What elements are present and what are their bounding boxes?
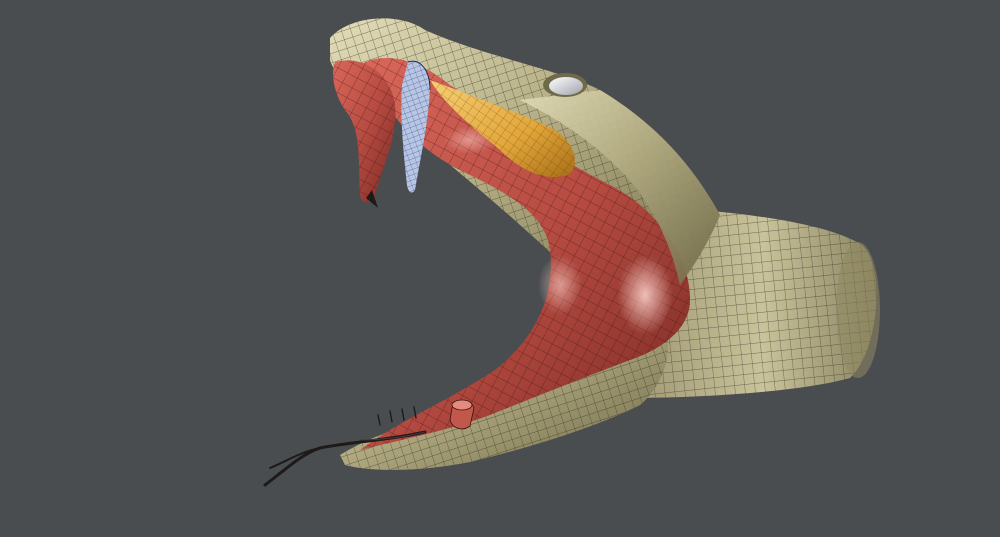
- glottis: [449, 399, 475, 430]
- eye: [543, 73, 587, 97]
- snake-head-model[interactable]: [0, 0, 1000, 537]
- fang: [401, 60, 431, 193]
- palate-flap: [333, 60, 396, 208]
- 3d-viewport[interactable]: [0, 0, 1000, 537]
